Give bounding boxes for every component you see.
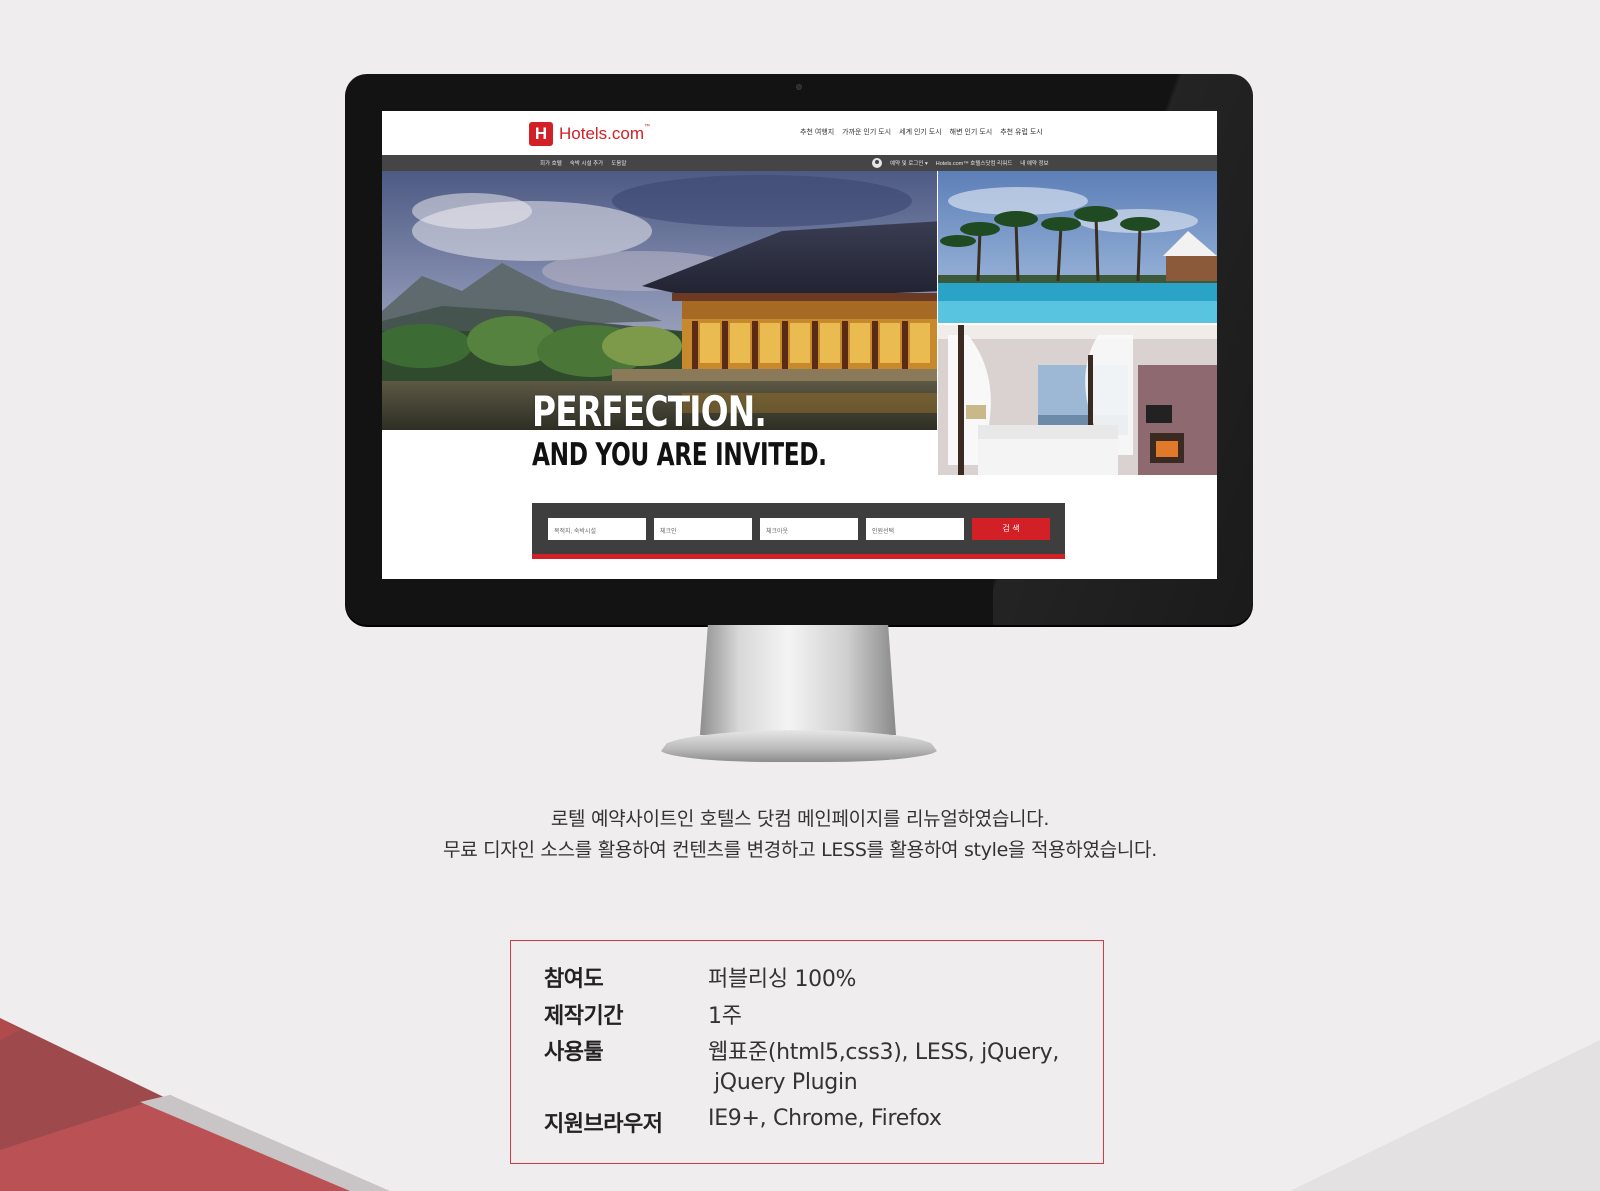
info-row-period: 제작기간 1주 — [544, 998, 742, 1030]
hotels-logo-icon: H — [529, 122, 553, 146]
browsers-label: 지원브라우저 — [544, 1112, 663, 1137]
top-nav-item[interactable]: 추천 유럽 도시 — [1000, 127, 1043, 137]
tools-value: 웹표준(html5,css3), LESS, jQuery, — [708, 1040, 1060, 1065]
period-label: 제작기간 — [544, 1004, 623, 1029]
utility-link[interactable]: 도움말 — [611, 159, 626, 167]
participation-label: 참여도 — [544, 967, 604, 992]
rewards-link[interactable]: Hotels.com™ 호텔스닷컴 리워드 — [936, 159, 1013, 167]
destination-input[interactable]: 목적지, 숙박시설 — [548, 518, 646, 540]
site-header: H Hotels.com™ 추천 여행지 가까운 인기 도시 세계 인기 도시 … — [382, 111, 1217, 155]
monitor-stand-neck — [700, 625, 896, 735]
checkout-input[interactable]: 체크아웃 — [760, 518, 858, 540]
top-nav-item[interactable]: 해변 인기 도시 — [950, 127, 993, 137]
utility-bar: 회가 호텔 숙박 시설 추가 도움말 예약 및 로그인 ▾ Hotels.com… — [382, 155, 1217, 171]
search-button[interactable]: 검 색 — [972, 518, 1050, 540]
site-logo[interactable]: H Hotels.com™ — [529, 122, 650, 146]
info-row-browsers: 지원브라우저 IE9+, Chrome, Firefox — [544, 1106, 942, 1138]
info-row-tools-cont: jQuery Plugin — [544, 1070, 858, 1095]
monitor-bezel: H Hotels.com™ 추천 여행지 가까운 인기 도시 세계 인기 도시 … — [345, 74, 1253, 625]
info-row-tools: 사용툴 웹표준(html5,css3), LESS, jQuery, — [544, 1034, 1059, 1066]
utility-link[interactable]: 숙박 시설 추가 — [570, 159, 603, 167]
hero-image-pool — [938, 171, 1217, 323]
participation-value: 퍼블리싱 100% — [708, 967, 857, 992]
browsers-value: IE9+, Chrome, Firefox — [708, 1106, 942, 1131]
info-row-participation: 참여도 퍼블리싱 100% — [544, 961, 856, 993]
my-booking-link[interactable]: 내 예약 정보 — [1020, 159, 1048, 167]
top-nav-item[interactable]: 세계 인기 도시 — [899, 127, 942, 137]
checkin-input[interactable]: 체크인 — [654, 518, 752, 540]
guests-select[interactable]: 인원선택 — [866, 518, 964, 540]
camera-dot — [796, 84, 802, 90]
hero-image-bedroom — [938, 325, 1217, 475]
top-nav-item[interactable]: 가까운 인기 도시 — [842, 127, 891, 137]
utility-nav-left: 회가 호텔 숙박 시설 추가 도움말 — [540, 159, 626, 167]
user-icon[interactable] — [872, 158, 882, 168]
hero-title: PERFECTION. — [532, 387, 767, 436]
description-line: 무료 디자인 소스를 활용하여 컨텐츠를 변경하고 LESS를 활용하여 sty… — [443, 839, 1157, 861]
tools-label: 사용툴 — [544, 1040, 604, 1065]
top-nav: 추천 여행지 가까운 인기 도시 세계 인기 도시 해변 인기 도시 추천 유럽… — [800, 127, 1043, 137]
tools-value-cont: jQuery Plugin — [714, 1070, 858, 1095]
monitor-screen: H Hotels.com™ 추천 여행지 가까운 인기 도시 세계 인기 도시 … — [382, 111, 1217, 579]
logo-text: Hotels.com™ — [559, 124, 651, 143]
search-panel: 목적지, 숙박시설 체크인 체크아웃 인원선택 검 색 — [532, 503, 1065, 559]
project-description: 로텔 예약사이트인 호텔스 닷컴 메인페이지를 리뉴얼하였습니다. 무료 디자인… — [0, 804, 1600, 866]
utility-nav-right: 예약 및 로그인 ▾ Hotels.com™ 호텔스닷컴 리워드 내 예약 정보 — [872, 158, 1049, 168]
hero-subtitle: AND YOU ARE INVITED. — [532, 437, 827, 473]
top-nav-item[interactable]: 추천 여행지 — [800, 127, 834, 137]
utility-link[interactable]: 회가 호텔 — [540, 159, 562, 167]
project-info-box: 참여도 퍼블리싱 100% 제작기간 1주 사용툴 웹표준(html5,css3… — [510, 940, 1104, 1164]
description-line: 로텔 예약사이트인 호텔스 닷컴 메인페이지를 리뉴얼하였습니다. — [550, 808, 1050, 830]
login-link[interactable]: 예약 및 로그인 ▾ — [890, 159, 928, 167]
monitor-stand-base — [660, 730, 938, 762]
period-value: 1주 — [708, 1004, 742, 1029]
